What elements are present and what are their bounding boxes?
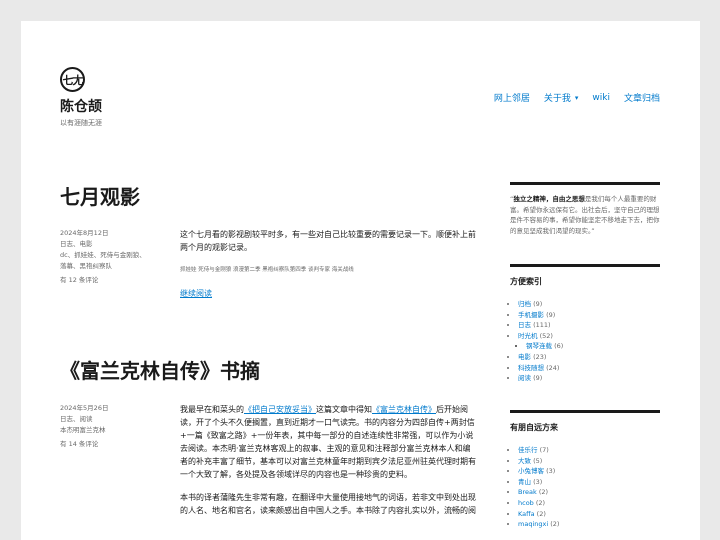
category-link[interactable]: 日志 — [518, 321, 531, 329]
post-categories[interactable]: 日志、电影 — [60, 239, 160, 250]
nav-item-wiki[interactable]: wiki — [592, 91, 610, 104]
post-title[interactable]: 《富兰克林自传》书摘 — [60, 355, 260, 384]
list-item: 手机摄影 (9) — [518, 310, 660, 321]
item-count: (7) — [539, 446, 549, 454]
item-count: (6) — [554, 342, 564, 351]
page: 七尢 陈仓颉 以有涯随无涯 网上邻居 关于我 ▾ wiki 文章归档 七月观影 2… — [21, 21, 700, 540]
friend-link[interactable]: 小兔博客 — [518, 467, 544, 475]
post-meta: 2024年5月26日 日志、阅读 本杰明富兰克林 有 14 条评论 — [60, 403, 160, 450]
item-count: (2) — [536, 509, 546, 518]
friend-link[interactable]: 佳乐行 — [518, 446, 538, 454]
text: 我最早在和菜头的 — [180, 405, 244, 414]
category-list: 归档 (9)手机摄影 (9)日志 (111)时光机 (52)钢琴连载 (6)电影… — [510, 299, 660, 384]
main-nav: 网上邻居 关于我 ▾ wiki 文章归档 — [494, 91, 660, 105]
item-count: (2) — [535, 498, 546, 507]
post-date[interactable]: 2024年8月12日 — [60, 228, 160, 239]
list-item: 时光机 (52)钢琴连载 (6) — [518, 331, 660, 352]
category-link[interactable]: 科技随想 — [518, 364, 544, 372]
item-count: (5) — [533, 456, 543, 465]
list-item: 小兔博客 (3) — [518, 466, 660, 477]
friend-link[interactable]: hcob — [518, 499, 534, 507]
list-item: 科技随想 (24) — [518, 363, 660, 374]
friend-link[interactable]: Break — [518, 488, 537, 496]
list-item: hcob (2) — [518, 498, 660, 509]
friends-widget: 有朋自远方来 佳乐行 (7)大致 (5)小兔博客 (3)青山 (3)Break … — [510, 410, 660, 530]
site-description: 以有涯随无涯 — [60, 119, 102, 127]
post-date[interactable]: 2024年5月26日 — [60, 403, 160, 414]
item-count: (9) — [546, 310, 556, 319]
item-count: (111) — [533, 321, 551, 330]
quote-text: “独立之精神，自由之思想是我们每个人最重要的财富。希望你永远保有它。出社会后，坚… — [510, 195, 660, 235]
item-count: (9) — [533, 374, 543, 383]
item-count: (9) — [533, 300, 543, 308]
category-link[interactable]: 时光机 — [518, 332, 538, 340]
item-count: (2) — [550, 520, 560, 529]
list-item: 佳乐行 (7) — [518, 445, 660, 456]
friend-link[interactable]: 大致 — [518, 457, 531, 465]
post-excerpt: 我最早在和菜头的《把自己安放妥当》这篇文章中得知《富兰克林自传》后开始阅读，开了… — [180, 403, 478, 527]
category-link[interactable]: 阅读 — [518, 374, 531, 382]
site-logo-icon[interactable]: 七尢 — [60, 67, 85, 92]
friend-link[interactable]: Kaffa — [518, 510, 535, 518]
nav-item-archive[interactable]: 文章归档 — [624, 91, 660, 104]
list-item: maqingxi (2) — [518, 519, 660, 530]
category-link[interactable]: 钢琴连载 — [526, 342, 552, 350]
post-tags[interactable]: 落幕、黑袍纠察队 — [60, 261, 160, 272]
post-excerpt: 这个七月看的影视剧较平时多，有一些对自己比较重要的需要记录一下。顺便补上前两个月… — [180, 228, 478, 300]
post-comments-link[interactable]: 有 12 条评论 — [60, 275, 160, 286]
category-link[interactable]: 电影 — [518, 353, 531, 361]
item-count: (2) — [538, 488, 549, 497]
nav-label: 网上邻居 — [493, 94, 530, 104]
post-paragraph: 这个七月看的影视剧较平时多，有一些对自己比较重要的需要记录一下。顺便补上前两个月… — [180, 230, 476, 252]
text: 后开始阅读，开了个头不久便搁置，直到近期才一口气读完。书的内容分为四部自传+两封… — [180, 405, 476, 479]
list-item: 钢琴连载 (6) — [526, 341, 660, 352]
post-meta: 2024年8月12日 日志、电影 dc、抓娃娃、死侍与金刚狼、 落幕、黑袍纠察队… — [60, 228, 160, 286]
inline-link[interactable]: 《富兰克林自传》 — [372, 405, 436, 414]
post-comments-link[interactable]: 有 14 条评论 — [60, 439, 160, 450]
nav-label: wiki — [592, 92, 610, 103]
list-item: Break (2) — [518, 487, 660, 498]
list-item: 日志 (111) — [518, 320, 660, 331]
nav-item-about[interactable]: 关于我 ▾ — [543, 91, 579, 105]
friend-link[interactable]: 青山 — [518, 478, 531, 486]
inline-link[interactable]: 《把自己安放妥当》 — [244, 405, 316, 414]
post-paragraph: 本书的译者蒲隆先生非常有趣，在翻译中大量使用接地气的词语，若非文中到处出现的人名… — [180, 493, 476, 515]
list-item: 电影 (23) — [518, 352, 660, 363]
friends-list: 佳乐行 (7)大致 (5)小兔博客 (3)青山 (3)Break (2)hcob… — [510, 445, 660, 530]
list-item: 归档 (9) — [518, 299, 660, 310]
site-title[interactable]: 陈仓颉 — [60, 96, 102, 116]
item-count: (23) — [533, 352, 547, 361]
quote-bold: 独立之精神，自由之思想 — [513, 195, 585, 203]
nav-label: 文章归档 — [623, 94, 660, 104]
category-link[interactable]: 归档 — [518, 300, 531, 308]
item-count: (3) — [533, 477, 543, 486]
categories-widget: 方便索引 归档 (9)手机摄影 (9)日志 (111)时光机 (52)钢琴连载 … — [510, 264, 660, 384]
quote-widget: “独立之精神，自由之思想是我们每个人最重要的财富。希望你永远保有它。出社会后，坚… — [510, 182, 660, 236]
list-item: 青山 (3) — [518, 477, 660, 488]
post-title[interactable]: 七月观影 — [60, 181, 140, 210]
post-tags[interactable]: dc、抓娃娃、死侍与金刚狼、 — [60, 250, 160, 261]
widget-title: 方便索引 — [510, 277, 542, 286]
item-count: (52) — [539, 331, 553, 340]
text: 这篇文章中得知 — [316, 405, 372, 414]
widget-title: 有朋自远方来 — [510, 423, 558, 432]
item-count: (24) — [546, 363, 560, 372]
read-more-link[interactable]: 继续阅读 — [180, 289, 212, 298]
sub-category-list: 钢琴连载 (6) — [518, 341, 660, 352]
chevron-down-icon[interactable]: ▾ — [575, 94, 579, 102]
friend-link[interactable]: maqingxi — [518, 520, 548, 528]
list-item: 阅读 (9) — [518, 373, 660, 384]
list-item: 大致 (5) — [518, 456, 660, 467]
post-categories[interactable]: 日志、阅读 — [60, 414, 160, 425]
item-count: (3) — [546, 467, 556, 476]
post-inline-tags: 抓娃娃 死侍与金刚狼 浪漫第二季 黑袍纠察队第四季 谈判专家 海关战线 — [180, 267, 354, 273]
category-link[interactable]: 手机摄影 — [518, 311, 544, 319]
list-item: Kaffa (2) — [518, 509, 660, 520]
nav-label: 关于我 — [543, 94, 571, 104]
nav-item-neighbors[interactable]: 网上邻居 — [494, 91, 530, 104]
post-tags[interactable]: 本杰明富兰克林 — [60, 425, 160, 436]
post-paragraph: 我最早在和菜头的《把自己安放妥当》这篇文章中得知《富兰克林自传》后开始阅读，开了… — [180, 403, 478, 481]
